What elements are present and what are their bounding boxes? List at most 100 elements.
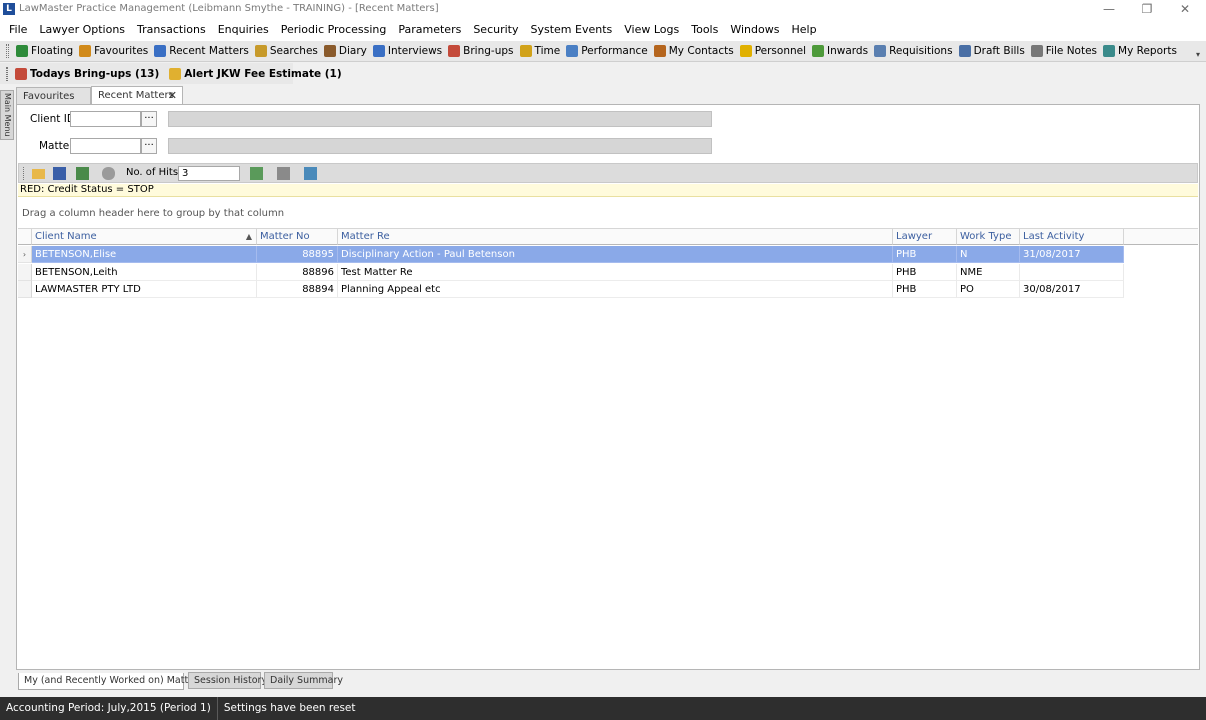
menu-system-events[interactable]: System Events — [525, 19, 619, 41]
matter-lookup-button[interactable]: ··· — [141, 138, 157, 154]
cell-work-type[interactable]: PO — [957, 281, 1020, 298]
requisitions-label: Requisitions — [889, 45, 953, 57]
row-indicator[interactable] — [18, 263, 32, 281]
bring-ups-label: Bring-ups — [463, 45, 514, 57]
interviews-button[interactable]: Interviews — [370, 42, 445, 61]
menu-help[interactable]: Help — [785, 19, 822, 41]
client-lookup-button[interactable]: ··· — [141, 111, 157, 127]
favourites-button[interactable]: Favourites — [76, 42, 151, 61]
cell-work-type[interactable]: NME — [957, 263, 1020, 281]
minimize-button[interactable]: — — [1090, 0, 1128, 19]
copy-icon[interactable] — [277, 167, 290, 180]
fee-estimate-alert-button[interactable]: Alert JKW Fee Estimate (1) — [166, 64, 344, 83]
my-contacts-button[interactable]: My Contacts — [651, 42, 737, 61]
table-row[interactable]: LAWMASTER PTY LTD 88894 Planning Appeal et… — [18, 281, 1124, 298]
file-notes-icon — [1030, 45, 1043, 57]
personnel-button[interactable]: Personnel — [737, 42, 809, 61]
menu-enquiries[interactable]: Enquiries — [212, 19, 275, 41]
bring-ups-button[interactable]: Bring-ups — [445, 42, 516, 61]
column-header-lawyer[interactable]: Lawyer — [893, 228, 957, 245]
menu-periodic-processing[interactable]: Periodic Processing — [275, 19, 393, 41]
time-button[interactable]: Time — [517, 42, 564, 61]
contacts-icon — [653, 45, 666, 57]
cell-matter-re[interactable]: Disciplinary Action - Paul Betenson — [338, 246, 893, 263]
cell-lawyer[interactable]: PHB — [893, 246, 957, 263]
matter-input[interactable] — [70, 138, 141, 154]
column-header-matter-re[interactable]: Matter Re — [338, 228, 893, 245]
cell-matter-re[interactable]: Planning Appeal etc — [338, 281, 893, 298]
searches-button[interactable]: Searches — [252, 42, 321, 61]
toolbar-overflow-icon[interactable]: ▾ — [1196, 50, 1200, 59]
fee-estimate-alert-label: Alert JKW Fee Estimate (1) — [184, 67, 342, 80]
cell-matter-no[interactable]: 88895 — [257, 246, 338, 263]
my-contacts-label: My Contacts — [668, 45, 734, 57]
cell-last-activity[interactable] — [1020, 263, 1124, 281]
tab-favourites[interactable]: Favourites — [16, 87, 91, 104]
tab-recent-matters[interactable]: Recent Matters ✕ — [91, 86, 183, 104]
save-icon[interactable] — [53, 167, 66, 180]
inwards-button[interactable]: Inwards — [809, 42, 871, 61]
sort-ascending-icon: ▲ — [245, 232, 252, 241]
column-header-last-activity[interactable]: Last Activity — [1020, 228, 1124, 245]
performance-button[interactable]: Performance — [563, 42, 651, 61]
cell-matter-re[interactable]: Test Matter Re — [338, 263, 893, 281]
open-folder-icon[interactable] — [32, 169, 45, 179]
row-indicator[interactable]: › — [18, 246, 32, 263]
menu-transactions[interactable]: Transactions — [131, 19, 212, 41]
client-id-input[interactable] — [70, 111, 141, 127]
menu-view-logs[interactable]: View Logs — [618, 19, 685, 41]
menu-file[interactable]: File — [3, 19, 33, 41]
draft-bills-button[interactable]: Draft Bills — [956, 42, 1028, 61]
close-window-button[interactable]: ✕ — [1166, 0, 1204, 19]
refresh-icon[interactable] — [102, 167, 115, 180]
floating-button[interactable]: Floating — [13, 42, 76, 61]
toolbar-grip[interactable] — [6, 44, 9, 58]
restore-button[interactable]: ❐ — [1128, 0, 1166, 19]
window-title: LawMaster Practice Management (Leibmann … — [19, 3, 439, 14]
main-menu-side-tab[interactable]: Main Menu — [0, 90, 14, 140]
cell-client[interactable]: LAWMASTER PTY LTD — [32, 281, 257, 298]
tab-daily-summary[interactable]: Daily Summary — [264, 672, 343, 689]
hits-count-input[interactable]: 3 — [178, 166, 240, 181]
cell-last-activity[interactable]: 30/08/2017 — [1020, 281, 1124, 298]
cell-client[interactable]: BETENSON,Elise — [32, 246, 257, 263]
requisitions-button[interactable]: Requisitions — [871, 42, 956, 61]
file-notes-button[interactable]: File Notes — [1028, 42, 1100, 61]
settings-icon[interactable] — [304, 167, 317, 180]
group-by-hint: Drag a column header here to group by th… — [22, 208, 285, 219]
cell-lawyer[interactable]: PHB — [893, 263, 957, 281]
table-row[interactable]: BETENSON,Leith 88896 Test Matter Re PHB NME — [18, 263, 1124, 281]
table-row[interactable]: › BETENSON,Elise 88895 Disciplinary Action … — [18, 246, 1124, 263]
time-label: Time — [534, 45, 561, 57]
close-tab-icon[interactable]: ✕ — [168, 87, 177, 104]
column-header-work-type[interactable]: Work Type — [957, 228, 1020, 245]
cell-matter-no[interactable]: 88896 — [257, 263, 338, 281]
tab-my-matters[interactable]: My (and Recently Worked on) Matters — [18, 673, 203, 690]
menu-security[interactable]: Security — [467, 19, 524, 41]
menu-windows[interactable]: Windows — [724, 19, 785, 41]
toolbar-grip[interactable] — [6, 66, 8, 81]
menu-parameters[interactable]: Parameters — [392, 19, 467, 41]
toolbar-grip[interactable] — [23, 167, 25, 180]
column-header-client-name[interactable]: Client Name ▲ — [32, 228, 257, 245]
cell-work-type[interactable]: N — [957, 246, 1020, 263]
export-excel-icon[interactable] — [250, 167, 263, 180]
favourites-icon — [79, 45, 92, 57]
menu-lawyer-options[interactable]: Lawyer Options — [33, 19, 131, 41]
cell-last-activity[interactable]: 31/08/2017 — [1020, 246, 1124, 263]
cell-client[interactable]: BETENSON,Leith — [32, 263, 257, 281]
column-header-matter-no[interactable]: Matter No — [257, 228, 338, 245]
row-indicator[interactable] — [18, 281, 32, 298]
my-reports-button[interactable]: My Reports — [1100, 42, 1180, 61]
tab-session-history[interactable]: Session History — [188, 672, 267, 689]
todays-bringups-button[interactable]: Todays Bring-ups (13) — [12, 64, 162, 83]
home-icon[interactable] — [76, 167, 89, 180]
menu-tools[interactable]: Tools — [685, 19, 724, 41]
recent-matters-button[interactable]: Recent Matters — [151, 42, 252, 61]
document-tabs: Favourites Recent Matters ✕ — [16, 86, 1206, 104]
cell-lawyer[interactable]: PHB — [893, 281, 957, 298]
cell-matter-no[interactable]: 88894 — [257, 281, 338, 298]
favourites-label: Favourites — [94, 45, 149, 57]
diary-button[interactable]: Diary — [321, 42, 370, 61]
bring-ups-icon — [15, 67, 27, 80]
